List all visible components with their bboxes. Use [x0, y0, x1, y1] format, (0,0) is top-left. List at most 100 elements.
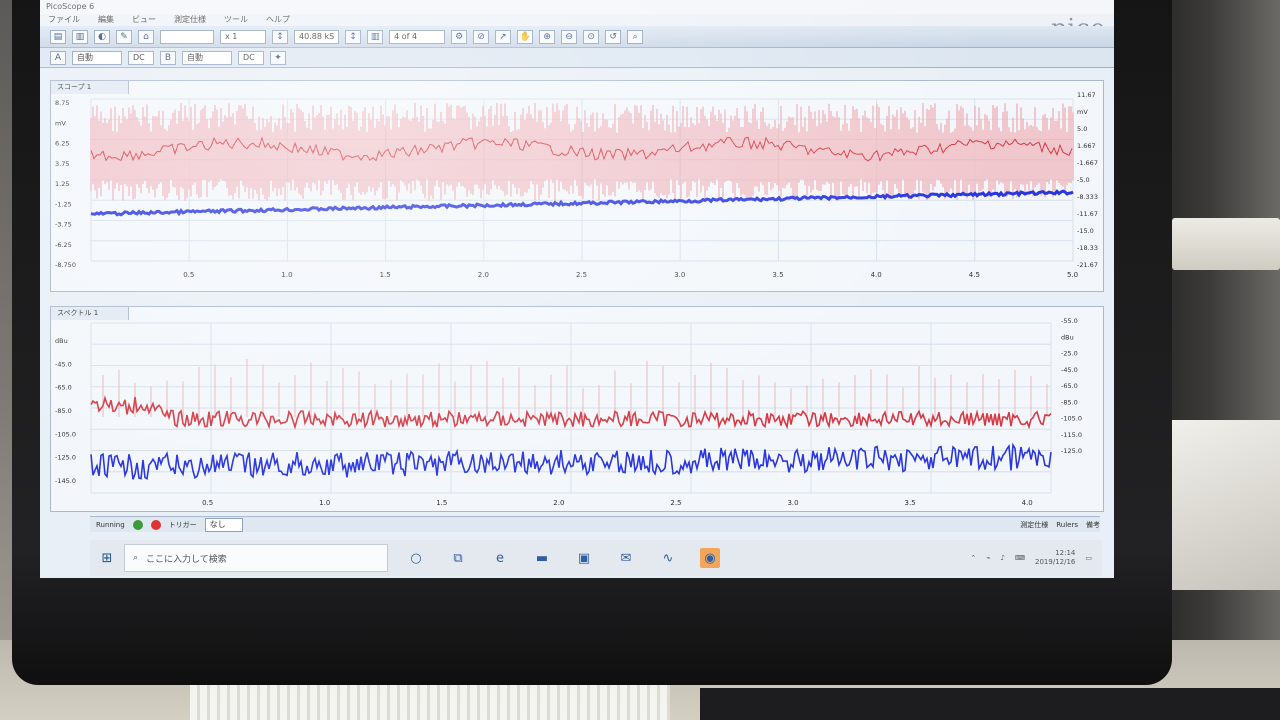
right-axis-tick: -105.0	[1061, 415, 1082, 423]
x-tick-label: 0.5	[183, 271, 194, 279]
x-tick-label: 2.0	[553, 499, 564, 507]
left-axis-tick: -8.750	[55, 261, 76, 269]
right-axis-tick: mV	[1077, 108, 1088, 116]
zoom-scale-select[interactable]: x 1	[220, 29, 266, 44]
left-axis-tick: mV	[55, 119, 66, 127]
scope-view-panel: スコープ 1 0.5 1.0 1.5 2.0 2.5 3.0 3.5 4.0 4.5 5.0 11.…	[50, 80, 1104, 292]
stop-icon[interactable]	[150, 519, 161, 530]
buffer-navigator[interactable]: 4 of 4	[389, 29, 446, 44]
buffer-icon[interactable]: ▥	[367, 29, 384, 44]
channel-a-icon[interactable]: A	[50, 50, 66, 65]
right-axis-tick: -11.67	[1077, 210, 1098, 218]
left-axis-tick: -3.75	[55, 221, 72, 229]
right-axis-tick: -55.0	[1061, 317, 1078, 325]
x-tick-label: 3.0	[787, 499, 798, 507]
x-tick-label: 1.5	[380, 271, 391, 279]
chevron-up-icon[interactable]: ⌃	[970, 554, 976, 562]
zoom-in-icon[interactable]: ⊕	[539, 29, 556, 44]
store-icon[interactable]: ▣	[574, 548, 594, 568]
taskbar-apps: ○ ⧉ e ▬ ▣ ✉ ∿ ◉	[406, 548, 720, 568]
speaker-icon[interactable]: ♪	[1000, 554, 1004, 562]
channel-b-range[interactable]: 自動	[182, 50, 232, 65]
browser-icon[interactable]: ◉	[700, 548, 720, 568]
rulers-label[interactable]: Rulers	[1056, 521, 1078, 529]
file-explorer-icon[interactable]: ▬	[532, 548, 552, 568]
picoscope-icon[interactable]: ∿	[658, 548, 678, 568]
x-tick-label: 4.0	[1022, 499, 1033, 507]
clear-icon[interactable]: ⊘	[473, 29, 490, 44]
monitor-bezel: PicoScope 6 ファイル 編集 ビュー 測定仕様 ツール ヘルプ pic…	[12, 0, 1172, 685]
start-icon[interactable]	[132, 519, 143, 530]
main-toolbar: ▤ ▥ ◐ ✎ ⌂ x 1 ↕ 40.88 kS ↕ ▥ 4 of 4 ⚙ ⊘ …	[40, 26, 1114, 48]
x-tick-label: 3.5	[905, 499, 916, 507]
notifications-icon[interactable]: ▭	[1085, 554, 1092, 562]
x-tick-label: 3.0	[674, 271, 685, 279]
collection-time-select[interactable]	[160, 29, 214, 44]
measurements-label[interactable]: 測定仕様	[1020, 520, 1048, 530]
right-axis-tick: -25.0	[1061, 350, 1078, 358]
scope-plot[interactable]: 0.5 1.0 1.5 2.0 2.5 3.0 3.5 4.0 4.5 5.0 11.67 mV 5.0…	[51, 81, 1105, 293]
right-axis-tick: -5.0	[1077, 176, 1090, 184]
taskbar-search-box[interactable]: ⌕ ここに入力して検索	[124, 544, 388, 572]
spectrum-plot[interactable]: 0.5 1.0 1.5 2.0 2.5 3.0 3.5 4.0 -55.0 dBu -25.0 -45…	[51, 307, 1105, 513]
left-axis-tick: -145.0	[55, 477, 76, 485]
trigger-mode-select[interactable]: なし	[204, 517, 243, 532]
stepper-icon[interactable]: ↕	[272, 29, 288, 44]
right-axis-tick: -85.0	[1061, 398, 1078, 406]
notes-label[interactable]: 備考	[1086, 520, 1100, 530]
spectrum-mode-icon[interactable]: ▥	[72, 29, 88, 44]
mail-icon[interactable]: ✉	[616, 548, 636, 568]
scope-mode-icon[interactable]: ▤	[50, 29, 66, 44]
probe-settings-icon[interactable]: ✦	[270, 50, 286, 65]
probe-icon[interactable]: ✎	[116, 29, 132, 44]
zoom-out-icon[interactable]: ⊖	[561, 29, 578, 44]
menu-bar: ファイル 編集 ビュー 測定仕様 ツール ヘルプ	[40, 14, 1114, 26]
settings-icon[interactable]: ⚙	[451, 29, 468, 44]
hand-icon[interactable]: ✋	[517, 29, 534, 44]
windows-start-icon[interactable]: ⊞	[90, 540, 124, 576]
x-tick-label: 1.0	[281, 271, 292, 279]
edge-icon[interactable]: e	[490, 548, 510, 568]
cortana-icon[interactable]: ○	[406, 548, 426, 568]
search-placeholder: ここに入力して検索	[146, 554, 227, 565]
pointer-icon[interactable]: ➚	[495, 29, 512, 44]
menu-item-help[interactable]: ヘルプ	[266, 14, 290, 26]
left-axis-tick: -65.0	[55, 384, 72, 392]
sample-count-field[interactable]: 40.88 kS	[294, 29, 340, 44]
taskbar-clock[interactable]: 12:14 2019/12/16	[1035, 549, 1075, 567]
zoom-fit-icon[interactable]: ⊙	[583, 29, 600, 44]
right-axis-tick: -125.0	[1061, 447, 1082, 455]
right-axis-tick: 1.667	[1077, 142, 1096, 150]
channel-a-coupling[interactable]: DC	[128, 50, 154, 65]
left-axis-tick: -1.25	[55, 200, 72, 208]
persistence-icon[interactable]: ◐	[94, 29, 110, 44]
home-icon[interactable]: ⌂	[138, 29, 154, 44]
status-bar: Running トリガー なし 測定仕様 Rulers 備考	[90, 516, 1100, 532]
windows-taskbar: ⊞ ⌕ ここに入力して検索 ○ ⧉ e ▬ ▣ ✉ ∿ ◉ ⌃ ⌁ ♪ ⌨ 12…	[90, 540, 1102, 576]
keyboard-icon[interactable]: ⌨	[1015, 554, 1025, 562]
trigger-label: トリガー	[168, 520, 197, 529]
left-axis-tick: -45.0	[55, 360, 72, 368]
channel-b-coupling[interactable]: DC	[238, 50, 264, 65]
left-axis-tick: -85.0	[55, 407, 72, 415]
left-axis-tick: 3.75	[55, 160, 69, 168]
menu-item-file[interactable]: ファイル	[48, 14, 80, 26]
x-tick-label: 0.5	[202, 499, 213, 507]
network-icon[interactable]: ⌁	[986, 554, 990, 562]
menu-item-edit[interactable]: 編集	[98, 14, 114, 26]
right-axis-tick: -1.667	[1077, 159, 1098, 167]
channel-b-icon[interactable]: B	[160, 50, 176, 65]
right-axis-tick: -115.0	[1061, 431, 1082, 439]
menu-item-tools[interactable]: ツール	[224, 14, 248, 26]
task-view-icon[interactable]: ⧉	[448, 548, 468, 568]
x-tick-label: 1.5	[436, 499, 447, 507]
channel-a-range[interactable]: 自動	[72, 50, 122, 65]
undo-zoom-icon[interactable]: ↺	[605, 29, 622, 44]
right-axis-tick: -45.0	[1061, 366, 1078, 374]
x-tick-label: 3.5	[772, 271, 783, 279]
menu-item-view[interactable]: ビュー	[132, 14, 156, 26]
menu-item-measurements[interactable]: 測定仕様	[174, 14, 206, 26]
stepper-icon[interactable]: ↕	[345, 29, 362, 44]
clock-date: 2019/12/16	[1035, 558, 1076, 566]
zoom-to-fit-icon[interactable]: ⌕	[627, 29, 644, 44]
